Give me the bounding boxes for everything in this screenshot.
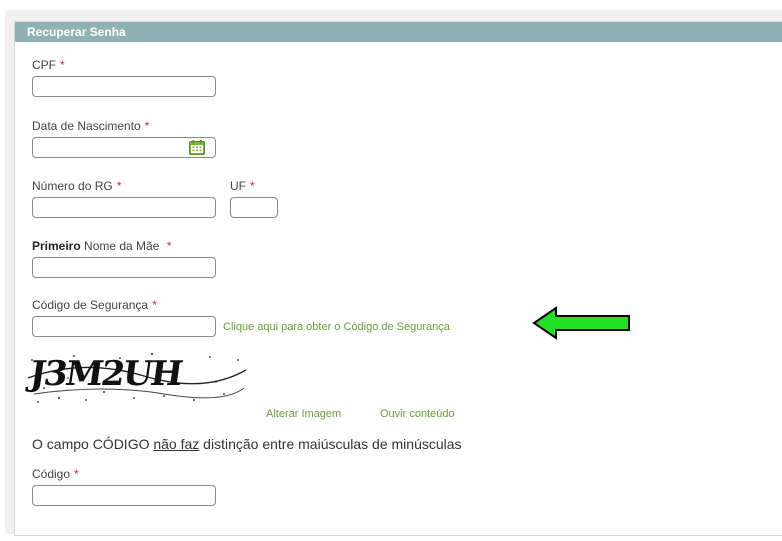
birthdate-label: Data de Nascimento * xyxy=(32,119,149,133)
rg-label-text: Número do RG xyxy=(32,179,113,193)
change-image-link[interactable]: Alterar Imagem xyxy=(266,408,341,420)
listen-content-link[interactable]: Ouvir conteúdo xyxy=(380,408,455,420)
required-marker: * xyxy=(74,467,79,481)
get-security-code-link[interactable]: Clique aqui para obter o Código de Segur… xyxy=(223,321,450,333)
cpf-input[interactable] xyxy=(32,76,216,97)
note-text-after: distinção entre maiúsculas de minúsculas xyxy=(199,436,462,452)
required-marker: * xyxy=(152,298,157,312)
cpf-label-text: CPF xyxy=(32,58,56,72)
required-marker: * xyxy=(166,239,172,253)
rg-input[interactable] xyxy=(32,197,216,218)
panel-body: Recuperar Senha xyxy=(14,21,782,536)
required-marker: * xyxy=(144,119,150,133)
mother-name-input[interactable] xyxy=(32,257,216,278)
mother-name-label-text: Nome da Mãe xyxy=(84,239,160,253)
birthdate-label-text: Data de Nascimento xyxy=(32,119,141,133)
mother-name-label-bold: Primeiro xyxy=(32,239,81,253)
uf-input[interactable] xyxy=(230,197,278,218)
security-code-label-text: Código de Segurança xyxy=(32,298,149,312)
security-code-input[interactable] xyxy=(32,316,216,337)
code-input[interactable] xyxy=(32,485,216,506)
uf-label-text: UF xyxy=(230,179,246,193)
security-code-label: Código de Segurança * xyxy=(32,298,157,312)
panel-header: Recuperar Senha xyxy=(15,22,782,42)
uf-label: UF * xyxy=(230,179,255,193)
birthdate-input[interactable] xyxy=(32,137,216,158)
required-marker: * xyxy=(116,179,122,193)
note-text-before: O campo CÓDIGO xyxy=(32,436,154,452)
calendar-icon[interactable] xyxy=(189,140,205,155)
captcha-text: J3M2UH xyxy=(27,354,184,394)
mother-name-label: Primeiro Nome da Mãe * xyxy=(32,239,171,253)
code-label: Código * xyxy=(32,467,79,481)
note-text-underlined: não faz xyxy=(153,436,200,452)
case-sensitivity-note: O campo CÓDIGO não faz distinção entre m… xyxy=(32,436,462,452)
code-label-text: Código xyxy=(32,467,71,481)
rg-label: Número do RG * xyxy=(32,179,121,193)
required-marker: * xyxy=(250,179,255,193)
captcha-image: J3M2UH xyxy=(24,348,248,408)
required-marker: * xyxy=(60,58,65,72)
green-arrow-icon xyxy=(532,306,630,340)
cpf-label: CPF * xyxy=(32,58,65,72)
